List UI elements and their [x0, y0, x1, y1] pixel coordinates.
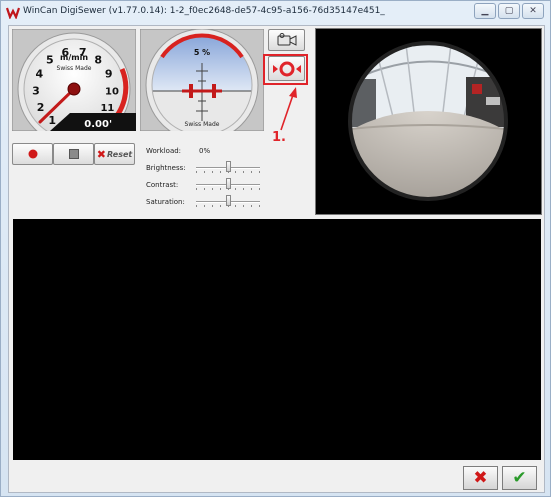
reset-label: Reset [107, 149, 133, 159]
slider-tick [220, 188, 221, 190]
slider-tick [212, 188, 213, 190]
slider-tick [196, 205, 197, 207]
reset-x-icon: ✖ [96, 147, 106, 161]
slider-tick [235, 188, 236, 190]
slider-tick [251, 171, 252, 173]
speed-readout: 0.00' [84, 119, 112, 130]
slider-tick [220, 171, 221, 173]
slider-tick [228, 205, 229, 207]
slider-tick [196, 171, 197, 173]
speed-tick-label: 8 [94, 54, 102, 67]
annotation-arrow-icon [280, 87, 297, 131]
close-window-button[interactable]: ✕ [522, 3, 544, 19]
slider-tick [196, 188, 197, 190]
slider-tick [235, 171, 236, 173]
close-icon: ✕ [529, 6, 537, 16]
slider-tick [259, 205, 260, 207]
slider-tick [259, 188, 260, 190]
client-area: 123456789101112 m/min Swiss Made 0.00' [8, 25, 545, 493]
stop-square-icon [68, 149, 79, 159]
slider-tick [212, 171, 213, 173]
wincan-app-icon [6, 7, 20, 19]
slider-tick [235, 205, 236, 207]
slider-tick [228, 188, 229, 190]
brightness-slider[interactable] [196, 161, 260, 173]
speed-tick-label: 2 [37, 101, 45, 114]
speed-tick-label: 3 [32, 85, 40, 98]
slider-tick [243, 171, 244, 173]
saturation-label: Saturation: [146, 198, 185, 206]
minimize-button[interactable]: ▁ [474, 3, 496, 19]
reset-button[interactable]: ✖ Reset [94, 143, 135, 165]
checkmark-icon: ✔ [512, 468, 527, 488]
record-button[interactable] [12, 143, 53, 165]
app-window: WinCan DigiSewer (v1.77.0.14): 1-2_f0ec2… [0, 0, 551, 497]
inclination-brand-label: Swiss Made [185, 121, 220, 128]
slider-tick [259, 171, 260, 173]
slider-tick [204, 171, 205, 173]
speed-brand-label: Swiss Made [57, 65, 92, 72]
maximize-icon: ▢ [504, 6, 514, 16]
speed-gauge: 123456789101112 m/min Swiss Made 0.00' [12, 29, 136, 131]
speed-tick-label: 11 [100, 103, 114, 114]
annotation-step-label: 1. [272, 130, 286, 145]
slider-tick [243, 188, 244, 190]
speed-tick-label: 5 [46, 54, 54, 67]
fisheye-camera-image [316, 29, 541, 214]
annotation-highlight-box [263, 54, 308, 85]
close-x-icon: ✖ [473, 468, 488, 488]
slider-tick [251, 205, 252, 207]
video-display-area [13, 219, 541, 460]
stop-button[interactable] [53, 143, 94, 165]
speed-tick-label: 9 [105, 68, 113, 81]
slider-tick [212, 205, 213, 207]
slider-tick [251, 188, 252, 190]
contrast-label: Contrast: [146, 181, 179, 189]
title-bar: WinCan DigiSewer (v1.77.0.14): 1-2_f0ec2… [1, 1, 550, 23]
brightness-label: Brightness: [146, 164, 186, 172]
maximize-button[interactable]: ▢ [498, 3, 520, 19]
speed-unit-label: m/min [60, 53, 88, 62]
speed-tick-label: 10 [105, 87, 119, 98]
minimize-icon: ▁ [481, 6, 489, 16]
video-camera-icon [277, 33, 296, 46]
confirm-button[interactable]: ✔ [502, 466, 537, 490]
camera-button[interactable] [268, 29, 305, 51]
workload-label: Workload: [146, 147, 182, 155]
speed-tick-label: 4 [35, 68, 43, 81]
saturation-slider[interactable] [196, 195, 260, 207]
inclination-value: 5 % [194, 48, 210, 57]
slider-tick [243, 205, 244, 207]
workload-value: 0% [199, 147, 211, 155]
slider-tick [204, 205, 205, 207]
contrast-slider[interactable] [196, 178, 260, 190]
record-dot-icon [28, 149, 37, 159]
inclination-gauge: 5 % Swiss Made [140, 29, 264, 131]
camera-preview [315, 28, 542, 215]
slider-tick [220, 205, 221, 207]
window-title: WinCan DigiSewer (v1.77.0.14): 1-2_f0ec2… [23, 6, 385, 16]
speed-tick-label: 1 [48, 114, 56, 127]
slider-tick [204, 188, 205, 190]
slider-tick [228, 171, 229, 173]
cancel-button[interactable]: ✖ [463, 466, 498, 490]
